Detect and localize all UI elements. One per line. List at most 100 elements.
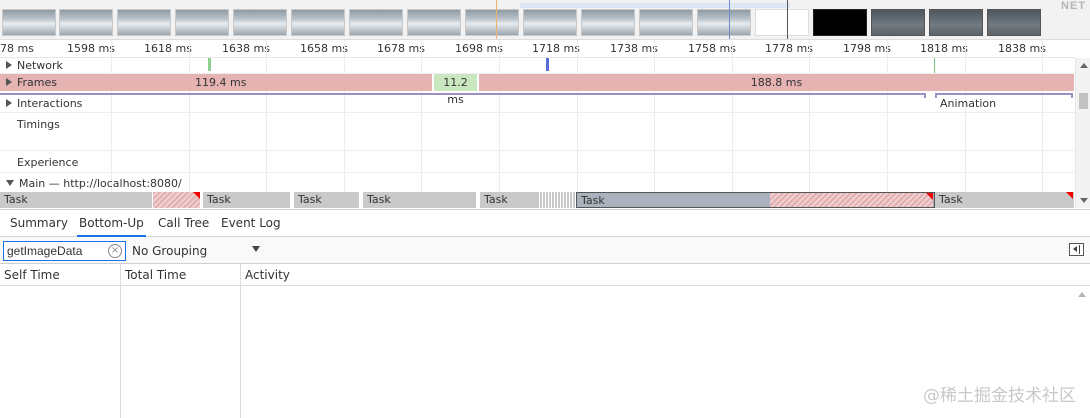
column-header-activity[interactable]: Activity (241, 264, 290, 286)
network-track-label: Network (17, 59, 63, 72)
ruler-tick: 1598 ms (67, 42, 115, 55)
ruler-tick: 1698 ms (455, 42, 503, 55)
scrollbar-thumb[interactable] (1079, 93, 1088, 109)
frame-thumbnail[interactable] (871, 9, 925, 36)
expand-triangle-icon (6, 99, 12, 107)
ruler-tick: 1658 ms (300, 42, 348, 55)
column-divider[interactable] (120, 264, 121, 418)
network-track[interactable]: Network (0, 58, 1075, 74)
frame-thumbnail[interactable] (523, 9, 577, 36)
task-block[interactable]: Task (203, 192, 291, 208)
frame-thumbnail[interactable] (117, 9, 171, 36)
frame-thumbnail[interactable] (2, 9, 56, 36)
tab-summary[interactable]: Summary (8, 210, 70, 237)
scroll-up-arrow-icon[interactable] (1078, 292, 1086, 297)
long-task-overrun[interactable] (770, 193, 933, 207)
timings-track[interactable]: Timings (0, 113, 1075, 151)
frame-thumbnail[interactable] (813, 9, 867, 36)
main-thread-track[interactable]: Main — http://localhost:8080/ (0, 173, 1075, 192)
frame-thumbnail[interactable] (755, 9, 809, 36)
bottom-up-toolbar: getImageData × No Grouping (0, 237, 1090, 264)
tab-bottom-up[interactable]: Bottom-Up (77, 210, 146, 237)
frame-thumbnail[interactable] (929, 9, 983, 36)
main-thread-track-header[interactable]: Main — http://localhost:8080/ (6, 177, 182, 190)
task-block[interactable]: Task (294, 192, 360, 208)
task-label: Task (939, 193, 963, 206)
timings-track-label: Timings (17, 118, 60, 131)
task-label: Task (581, 194, 605, 207)
long-task-marker (1066, 192, 1073, 199)
tab-event-log[interactable]: Event Log (219, 210, 283, 237)
interactions-track[interactable]: Interactions Animation (0, 95, 1075, 113)
column-header-self-time[interactable]: Self Time (0, 264, 60, 286)
watermark: @稀土掘金技术社区 (923, 386, 1076, 406)
network-request-bar[interactable] (546, 58, 549, 71)
column-header-total-time[interactable]: Total Time (121, 264, 186, 286)
task-block[interactable]: Task (480, 192, 540, 208)
data-grid-header: Self Time Total Time Activity (0, 264, 1090, 286)
ruler-tick: 1818 ms (920, 42, 968, 55)
details-tabbar: Summary Bottom-Up Call Tree Event Log (0, 209, 1090, 237)
filmstrip-marker (496, 0, 497, 39)
frame-thumbnail[interactable] (465, 9, 519, 36)
timeline-scrollbar[interactable] (1075, 58, 1090, 208)
tab-call-tree[interactable]: Call Tree (156, 210, 211, 237)
dropdown-arrow-icon[interactable] (252, 246, 260, 252)
long-task-marker (193, 192, 200, 199)
ruler-tick: 1678 ms (377, 42, 425, 55)
frame-bar[interactable]: 11.2 ms (434, 74, 478, 106)
ruler-tick: 1838 ms (998, 42, 1046, 55)
frame-thumbnail[interactable] (407, 9, 461, 36)
task-label: Task (367, 193, 391, 206)
frame-bar[interactable]: 119.4 ms (0, 74, 433, 91)
interactions-track-label: Interactions (17, 97, 83, 110)
frames-track-label: Frames (17, 76, 58, 89)
task-label: Task (298, 193, 322, 206)
collapse-triangle-icon (6, 180, 14, 186)
task-label: Task (4, 193, 28, 206)
ruler-tick: 78 ms (0, 42, 34, 55)
scroll-up-arrow-icon[interactable] (1080, 63, 1088, 68)
network-request-bar[interactable] (208, 58, 211, 71)
frame-thumbnail[interactable] (987, 9, 1041, 36)
screenshot-filmstrip[interactable]: NET (0, 0, 1090, 40)
expand-triangle-icon (6, 78, 12, 86)
toggle-sidebar-icon[interactable] (1069, 243, 1084, 256)
frames-track-header[interactable]: Frames (6, 76, 61, 89)
frame-thumbnail[interactable] (59, 9, 113, 36)
filmstrip-range-highlight (520, 3, 790, 8)
task-block[interactable]: Task (935, 192, 1075, 208)
expand-triangle-icon (6, 61, 12, 69)
column-divider[interactable] (240, 264, 241, 418)
experience-track-label: Experience (17, 156, 79, 169)
task-block[interactable]: Task (0, 192, 153, 208)
ruler-tick: 1618 ms (144, 42, 192, 55)
grouping-select[interactable]: No Grouping (132, 241, 262, 261)
network-request-bar[interactable] (934, 58, 935, 73)
frame-thumbnail[interactable] (697, 9, 751, 36)
main-thread-track-label: Main — http://localhost:8080/ (19, 177, 182, 190)
network-track-header[interactable]: Network (6, 59, 63, 72)
ruler-tick: 1758 ms (688, 42, 736, 55)
frame-thumbnail[interactable] (291, 9, 345, 36)
scroll-down-arrow-icon[interactable] (1080, 198, 1088, 203)
frame-thumbnail[interactable] (581, 9, 635, 36)
task-block[interactable]: Task (363, 192, 477, 208)
experience-track[interactable]: Experience (0, 151, 1075, 173)
frame-duration: 119.4 ms (195, 76, 247, 89)
long-task-marker (926, 193, 933, 200)
frame-thumbnail[interactable] (233, 9, 287, 36)
frame-thumbnail[interactable] (639, 9, 693, 36)
ruler-tick: 1738 ms (610, 42, 658, 55)
time-ruler[interactable]: 78 ms 1598 ms 1618 ms 1638 ms 1658 ms 16… (0, 40, 1075, 58)
animation-label: Animation (940, 97, 997, 110)
ruler-tick: 1718 ms (532, 42, 580, 55)
interactions-track-header[interactable]: Interactions (6, 97, 82, 110)
task-label: Task (484, 193, 508, 206)
frame-bar[interactable]: 188.8 ms (479, 74, 1075, 91)
ruler-tick: 1638 ms (222, 42, 270, 55)
clear-filter-icon[interactable]: × (108, 244, 122, 258)
frame-thumbnail[interactable] (175, 9, 229, 36)
frame-thumbnail[interactable] (349, 9, 403, 36)
small-tasks-cluster[interactable] (540, 192, 576, 208)
